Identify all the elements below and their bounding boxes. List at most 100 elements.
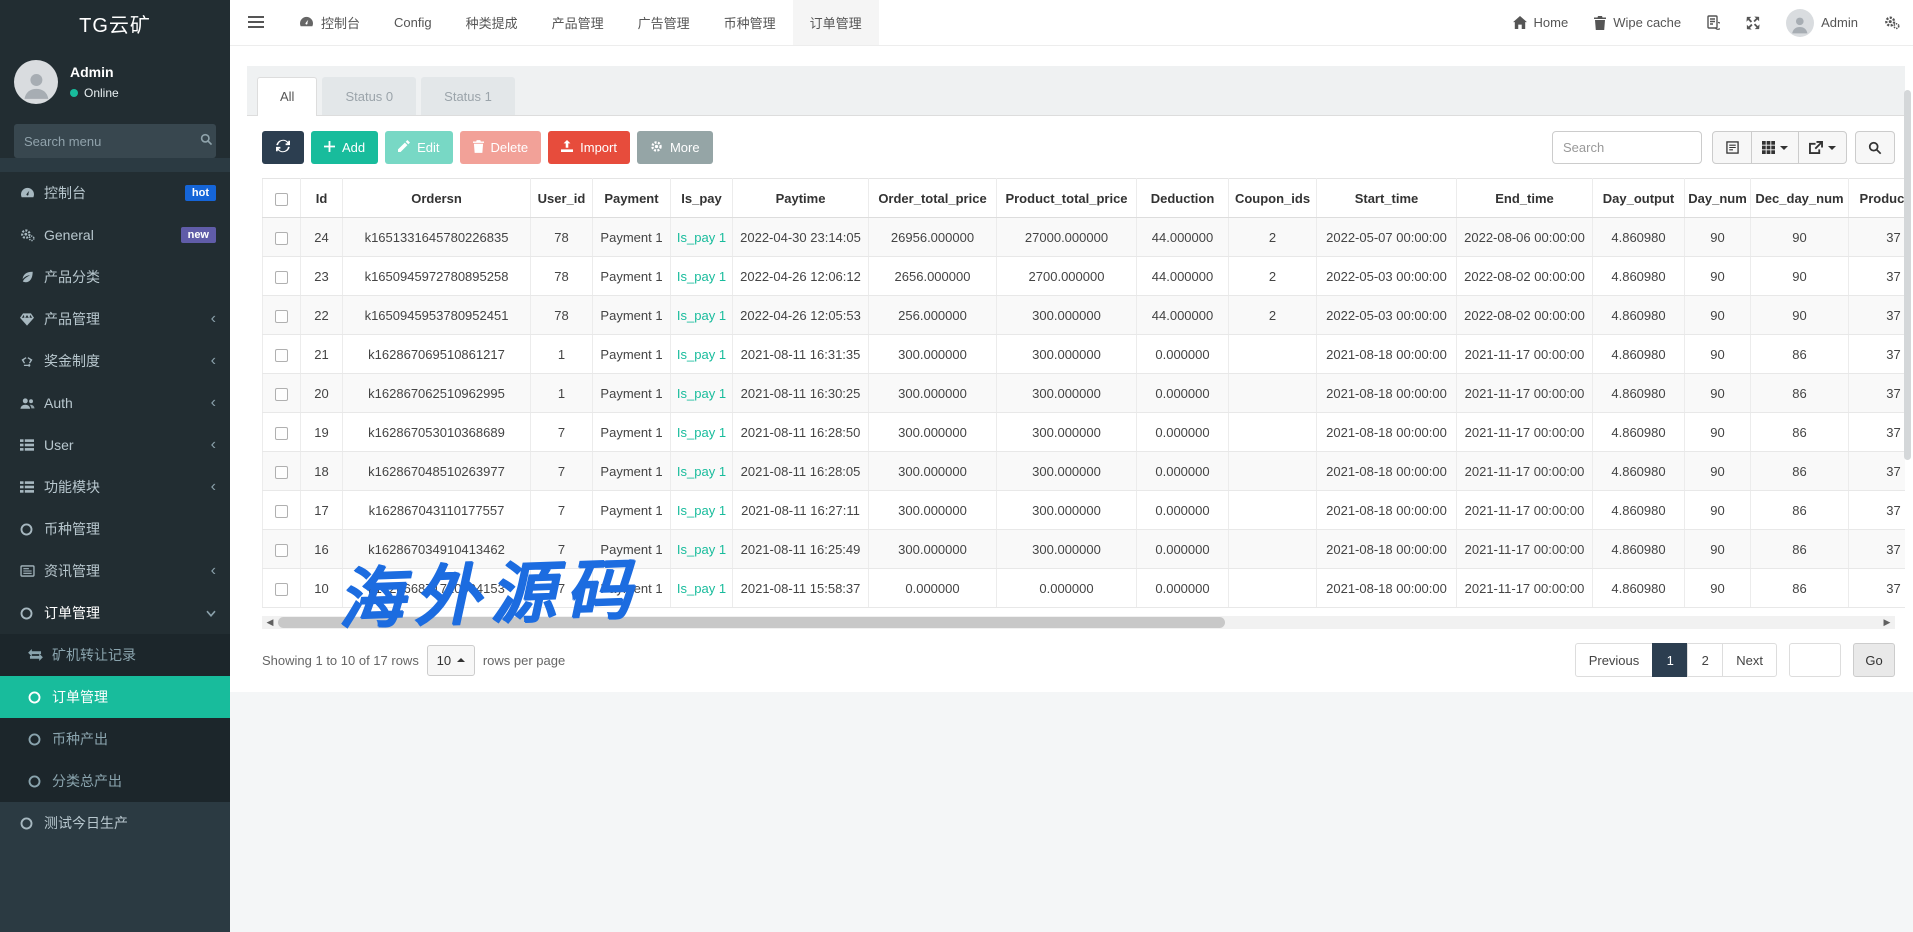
- import-button[interactable]: Import: [548, 131, 630, 164]
- goto-page-input[interactable]: [1789, 643, 1841, 677]
- column-header-Is_pay[interactable]: Is_pay: [671, 179, 733, 218]
- sidebar-item-Auth[interactable]: Auth‹: [0, 382, 230, 424]
- cell-End_time: 2021-11-17 00:00:00: [1457, 491, 1593, 530]
- scrollbar-thumb[interactable]: [278, 617, 1225, 628]
- sidebar-item-订单管理[interactable]: 订单管理: [0, 592, 230, 634]
- column-header-Paytime[interactable]: Paytime: [733, 179, 869, 218]
- check-update-button[interactable]: [1694, 0, 1733, 45]
- next-page-button[interactable]: Next: [1722, 643, 1777, 677]
- admin-menu[interactable]: Admin: [1773, 0, 1871, 45]
- row-select-cell: [263, 530, 301, 569]
- scroll-right-icon[interactable]: ▶: [1879, 616, 1895, 629]
- nav-item-产品管理[interactable]: 产品管理: [535, 0, 621, 45]
- previous-page-button[interactable]: Previous: [1575, 643, 1654, 677]
- column-header-Ordersn[interactable]: Ordersn: [343, 179, 531, 218]
- page-button-1[interactable]: 1: [1652, 643, 1688, 677]
- nav-item-广告管理[interactable]: 广告管理: [621, 0, 707, 45]
- row-checkbox[interactable]: [275, 271, 288, 284]
- delete-button[interactable]: Delete: [460, 131, 542, 164]
- column-header-Day_output[interactable]: Day_output: [1593, 179, 1685, 218]
- sidebar-subitem-币种产出[interactable]: 币种产出: [0, 718, 230, 760]
- sidebar-item-奖金制度[interactable]: 奖金制度‹: [0, 340, 230, 382]
- tab-All[interactable]: All: [257, 77, 317, 116]
- sidebar-item-产品管理[interactable]: 产品管理‹: [0, 298, 230, 340]
- cell-Day_num: 90: [1685, 335, 1751, 374]
- edit-button[interactable]: Edit: [385, 131, 452, 164]
- cell-Paytime: 2021-08-11 16:28:50: [733, 413, 869, 452]
- sidebar-item-币种管理[interactable]: 币种管理: [0, 508, 230, 550]
- column-header-End_time[interactable]: End_time: [1457, 179, 1593, 218]
- vertical-scrollbar-thumb[interactable]: [1904, 90, 1911, 460]
- cell-Order_total_price: 300.000000: [869, 335, 997, 374]
- cell-Day_num: 90: [1685, 491, 1751, 530]
- sidebar-item-测试今日生产[interactable]: 测试今日生产: [0, 802, 230, 844]
- column-header-Product_total_price[interactable]: Product_total_price: [997, 179, 1137, 218]
- sidebar-item-General[interactable]: Generalnew: [0, 214, 230, 256]
- row-checkbox[interactable]: [275, 310, 288, 323]
- row-checkbox[interactable]: [275, 505, 288, 518]
- sidebar-subitem-分类总产出[interactable]: 分类总产出: [0, 760, 230, 802]
- column-header-Deduction[interactable]: Deduction: [1137, 179, 1229, 218]
- cell-Payment: Payment 1: [593, 491, 671, 530]
- search-icon[interactable]: [200, 133, 213, 149]
- export-button[interactable]: [1798, 131, 1847, 164]
- row-checkbox[interactable]: [275, 388, 288, 401]
- sidebar-search-input[interactable]: [24, 134, 200, 149]
- select-all-checkbox[interactable]: [275, 193, 288, 206]
- sidebar-item-label: Auth: [44, 395, 211, 411]
- more-button[interactable]: More: [637, 131, 713, 164]
- sidebar-item-User[interactable]: User‹: [0, 424, 230, 466]
- cell-Order_total_price: 300.000000: [869, 530, 997, 569]
- tab-Status 0[interactable]: Status 0: [322, 77, 416, 115]
- nav-item-订单管理[interactable]: 订单管理: [793, 0, 879, 45]
- home-button[interactable]: Home: [1500, 0, 1582, 45]
- sidebar-subitem-矿机转让记录[interactable]: 矿机转让记录: [0, 634, 230, 676]
- refresh-button[interactable]: [262, 131, 304, 164]
- cell-Day_output: 4.860980: [1593, 257, 1685, 296]
- table-row: 10k1628668717106041537Payment 1Is_pay 12…: [263, 569, 1906, 608]
- column-header-Start_time[interactable]: Start_time: [1317, 179, 1457, 218]
- horizontal-scrollbar[interactable]: ◀ ▶: [262, 616, 1895, 629]
- column-header-Order_total_price[interactable]: Order_total_price: [869, 179, 997, 218]
- detail-view-button[interactable]: [1712, 131, 1752, 164]
- column-header-User_id[interactable]: User_id: [531, 179, 593, 218]
- column-header-Coupon_ids[interactable]: Coupon_ids: [1229, 179, 1317, 218]
- table-search-input[interactable]: [1552, 131, 1702, 164]
- sidebar-toggle-icon[interactable]: [230, 0, 282, 45]
- sidebar-subitem-订单管理[interactable]: 订单管理: [0, 676, 230, 718]
- sidebar-item-功能模块[interactable]: 功能模块‹: [0, 466, 230, 508]
- circle-icon: [28, 775, 52, 788]
- row-checkbox[interactable]: [275, 466, 288, 479]
- toggle-search-button[interactable]: [1855, 131, 1895, 164]
- nav-item-控制台[interactable]: 控制台: [282, 0, 377, 45]
- go-button[interactable]: Go: [1853, 643, 1895, 677]
- column-header-Product_id[interactable]: Product_id: [1849, 179, 1906, 218]
- page-size-dropdown[interactable]: 10: [427, 645, 475, 676]
- settings-button[interactable]: [1871, 0, 1913, 45]
- nav-item-种类提成[interactable]: 种类提成: [449, 0, 535, 45]
- sidebar-search[interactable]: [14, 124, 216, 158]
- sidebar-item-资讯管理[interactable]: 资讯管理‹: [0, 550, 230, 592]
- row-checkbox[interactable]: [275, 427, 288, 440]
- sidebar-item-产品分类[interactable]: 产品分类: [0, 256, 230, 298]
- fullscreen-button[interactable]: [1733, 0, 1773, 45]
- nav-item-Config[interactable]: Config: [377, 0, 449, 45]
- row-checkbox[interactable]: [275, 349, 288, 362]
- sidebar-subitem-label: 币种产出: [52, 729, 108, 749]
- tab-Status 1[interactable]: Status 1: [421, 77, 515, 115]
- wipe-cache-button[interactable]: Wipe cache: [1581, 0, 1694, 45]
- cell-Is_pay: Is_pay 1: [671, 218, 733, 257]
- column-header-Dec_day_num[interactable]: Dec_day_num: [1751, 179, 1849, 218]
- sidebar-item-控制台[interactable]: 控制台hot: [0, 172, 230, 214]
- scroll-left-icon[interactable]: ◀: [262, 616, 278, 629]
- nav-item-币种管理[interactable]: 币种管理: [707, 0, 793, 45]
- add-button[interactable]: Add: [311, 131, 378, 164]
- columns-button[interactable]: [1751, 131, 1799, 164]
- row-checkbox[interactable]: [275, 232, 288, 245]
- column-header-Payment[interactable]: Payment: [593, 179, 671, 218]
- row-checkbox[interactable]: [275, 544, 288, 557]
- column-header-Id[interactable]: Id: [301, 179, 343, 218]
- column-header-Day_num[interactable]: Day_num: [1685, 179, 1751, 218]
- page-button-2[interactable]: 2: [1687, 643, 1723, 677]
- row-checkbox[interactable]: [275, 583, 288, 596]
